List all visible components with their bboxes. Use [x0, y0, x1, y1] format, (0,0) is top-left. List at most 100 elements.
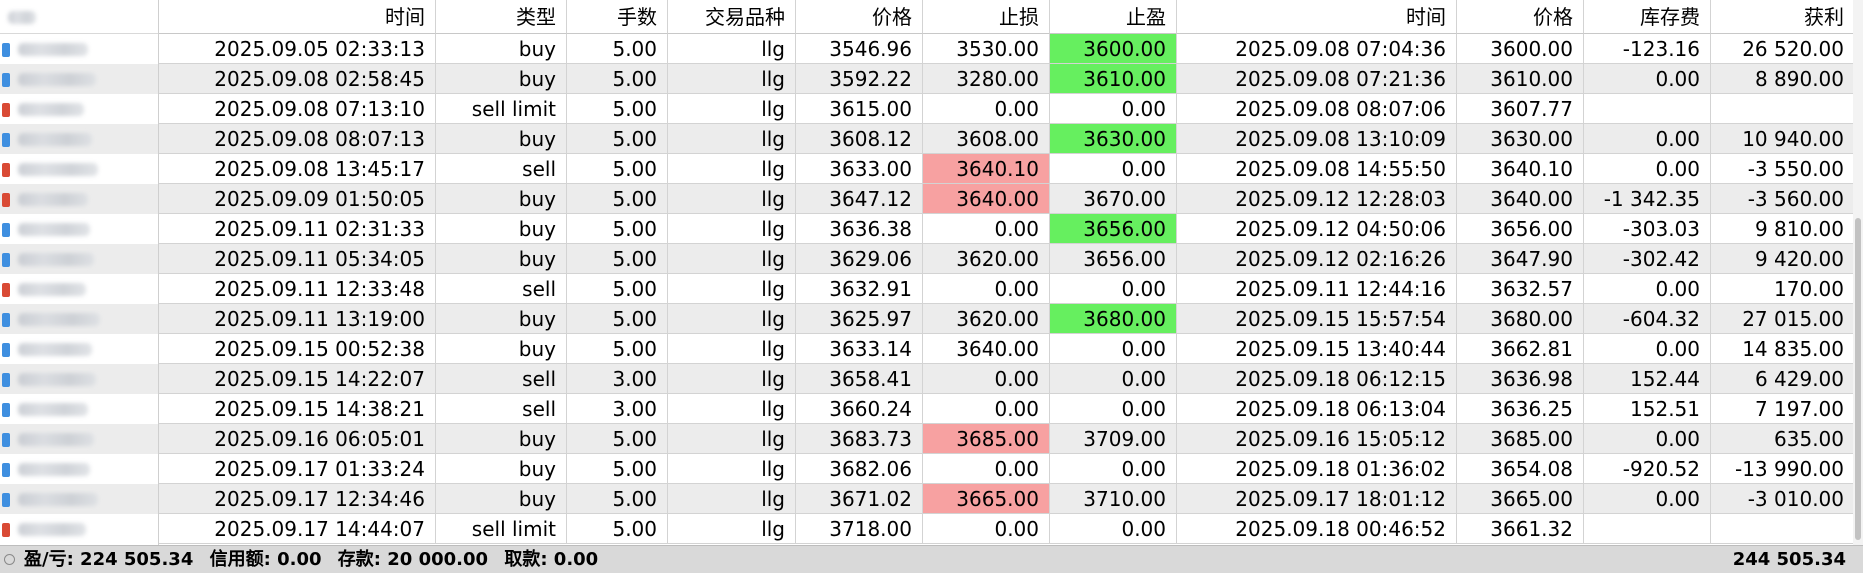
blurred-ticket-id — [18, 43, 88, 56]
sidebar-row[interactable] — [0, 394, 158, 424]
col-type[interactable]: 类型 — [436, 0, 567, 34]
cell-stop-loss: 0.00 — [923, 94, 1050, 124]
cell-take-profit: 0.00 — [1050, 154, 1177, 184]
cell-stop-loss: 0.00 — [923, 454, 1050, 484]
cell-close-price: 3665.00 — [1457, 484, 1584, 514]
cell-swap: 152.51 — [1584, 394, 1711, 424]
table-row[interactable]: 2025.09.15 00:52:38 buy 5.00 llg 3633.14 3640… — [159, 334, 1863, 364]
cell-close-time: 2025.09.18 06:13:04 — [1177, 394, 1457, 424]
col-take-profit[interactable]: 止盈 — [1050, 0, 1177, 34]
cell-take-profit: 0.00 — [1050, 454, 1177, 484]
sidebar-row[interactable] — [0, 184, 158, 214]
cell-close-time: 2025.09.08 07:21:36 — [1177, 64, 1457, 94]
table-row[interactable]: 2025.09.08 02:58:45 buy 5.00 llg 3592.22 3280… — [159, 64, 1863, 94]
sidebar-row[interactable] — [0, 94, 158, 124]
table-row[interactable]: 2025.09.08 07:13:10 sell limit 5.00 llg 3615… — [159, 94, 1863, 124]
sidebar-row[interactable] — [0, 454, 158, 484]
cell-profit: 9 420.00 — [1711, 244, 1855, 274]
vertical-scrollbar[interactable] — [1853, 0, 1863, 545]
blurred-label — [8, 11, 36, 24]
scrollbar-thumb[interactable] — [1855, 218, 1861, 540]
cell-close-price: 3685.00 — [1457, 424, 1584, 454]
table-row[interactable]: 2025.09.17 14:44:07 sell limit 5.00 llg 3718… — [159, 514, 1863, 544]
cell-volume: 5.00 — [567, 454, 668, 484]
col-close-time[interactable]: 时间 — [1177, 0, 1457, 34]
col-volume[interactable]: 手数 — [567, 0, 668, 34]
cell-stop-loss: 3280.00 — [923, 64, 1050, 94]
sidebar-row[interactable] — [0, 514, 158, 544]
cell-symbol: llg — [668, 484, 796, 514]
cell-profit: -3 560.00 — [1711, 184, 1855, 214]
col-price[interactable]: 价格 — [796, 0, 923, 34]
cell-open-time: 2025.09.08 07:13:10 — [159, 94, 436, 124]
table-row[interactable]: 2025.09.09 01:50:05 buy 5.00 llg 3647.12 3640… — [159, 184, 1863, 214]
footer-withdrawal: 取款: 0.00 — [504, 549, 599, 570]
table-row[interactable]: 2025.09.16 06:05:01 buy 5.00 llg 3683.73 3685… — [159, 424, 1863, 454]
cell-type: sell limit — [436, 94, 567, 124]
cell-close-price: 3630.00 — [1457, 124, 1584, 154]
sidebar-row[interactable] — [0, 154, 158, 184]
sidebar-row[interactable] — [0, 34, 158, 64]
cell-close-time: 2025.09.12 02:16:26 — [1177, 244, 1457, 274]
sidebar-row[interactable] — [0, 244, 158, 274]
cell-open-time: 2025.09.11 12:33:48 — [159, 274, 436, 304]
cell-open-time: 2025.09.17 01:33:24 — [159, 454, 436, 484]
table-row[interactable]: 2025.09.11 02:31:33 buy 5.00 llg 3636.38 0.00… — [159, 214, 1863, 244]
table-row[interactable]: 2025.09.08 13:45:17 sell 5.00 llg 3633.00 364… — [159, 154, 1863, 184]
col-stop-loss[interactable]: 止损 — [923, 0, 1050, 34]
sidebar-row[interactable] — [0, 64, 158, 94]
sidebar-row[interactable] — [0, 484, 158, 514]
col-swap[interactable]: 库存费 — [1584, 0, 1711, 34]
cell-profit: -13 990.00 — [1711, 454, 1855, 484]
table-body: 2025.09.05 02:33:13 buy 5.00 llg 3546.96 3530… — [159, 34, 1863, 544]
blurred-ticket-id — [18, 493, 98, 506]
col-open-time[interactable]: 时间 — [159, 0, 436, 34]
cell-volume: 5.00 — [567, 334, 668, 364]
cell-type: sell — [436, 274, 567, 304]
cell-volume: 5.00 — [567, 244, 668, 274]
sidebar-rows — [0, 34, 158, 544]
sidebar-row[interactable] — [0, 124, 158, 154]
cell-take-profit: 3680.00 — [1050, 304, 1177, 334]
blurred-ticket-id — [18, 523, 86, 536]
cell-profit: -3 550.00 — [1711, 154, 1855, 184]
cell-profit: 8 890.00 — [1711, 64, 1855, 94]
col-profit[interactable]: 获利 — [1711, 0, 1855, 34]
blurred-ticket-id — [18, 343, 92, 356]
cell-open-time: 2025.09.15 14:38:21 — [159, 394, 436, 424]
table-row[interactable]: 2025.09.15 14:38:21 sell 3.00 llg 3660.24 0.0… — [159, 394, 1863, 424]
table-row[interactable]: 2025.09.08 08:07:13 buy 5.00 llg 3608.12 3608… — [159, 124, 1863, 154]
cell-symbol: llg — [668, 364, 796, 394]
table-row[interactable]: 2025.09.11 05:34:05 buy 5.00 llg 3629.06 3620… — [159, 244, 1863, 274]
history-table: 时间 类型 手数 交易品种 价格 止损 止盈 时间 价格 库存费 获利 2025… — [158, 0, 1863, 545]
order-status-icon — [2, 163, 10, 177]
cell-close-time: 2025.09.11 12:44:16 — [1177, 274, 1457, 304]
sidebar-row[interactable] — [0, 364, 158, 394]
sidebar-row[interactable] — [0, 214, 158, 244]
sidebar-row[interactable] — [0, 424, 158, 454]
cell-open-time: 2025.09.05 02:33:13 — [159, 34, 436, 64]
cell-profit — [1711, 514, 1855, 544]
sidebar-row[interactable] — [0, 334, 158, 364]
table-row[interactable]: 2025.09.15 14:22:07 sell 3.00 llg 3658.41 0.0… — [159, 364, 1863, 394]
sidebar-row[interactable] — [0, 304, 158, 334]
col-close-price[interactable]: 价格 — [1457, 0, 1584, 34]
cell-type: buy — [436, 484, 567, 514]
table-row[interactable]: 2025.09.17 12:34:46 buy 5.00 llg 3671.02 3665… — [159, 484, 1863, 514]
cell-symbol: llg — [668, 304, 796, 334]
cell-open-time: 2025.09.08 02:58:45 — [159, 64, 436, 94]
cell-close-time: 2025.09.18 01:36:02 — [1177, 454, 1457, 484]
order-status-icon — [2, 313, 10, 327]
sidebar-row[interactable] — [0, 274, 158, 304]
col-symbol[interactable]: 交易品种 — [668, 0, 796, 34]
table-row[interactable]: 2025.09.05 02:33:13 buy 5.00 llg 3546.96 3530… — [159, 34, 1863, 64]
footer-profit-loss: 盈/亏: 224 505.34 — [24, 549, 194, 570]
circle-icon — [4, 554, 15, 565]
cell-swap: -302.42 — [1584, 244, 1711, 274]
order-status-icon — [2, 133, 10, 147]
table-row[interactable]: 2025.09.11 13:19:00 buy 5.00 llg 3625.97 3620… — [159, 304, 1863, 334]
cell-volume: 5.00 — [567, 214, 668, 244]
table-row[interactable]: 2025.09.11 12:33:48 sell 5.00 llg 3632.91 0.0… — [159, 274, 1863, 304]
table-row[interactable]: 2025.09.17 01:33:24 buy 5.00 llg 3682.06 0.00… — [159, 454, 1863, 484]
cell-close-price: 3636.25 — [1457, 394, 1584, 424]
